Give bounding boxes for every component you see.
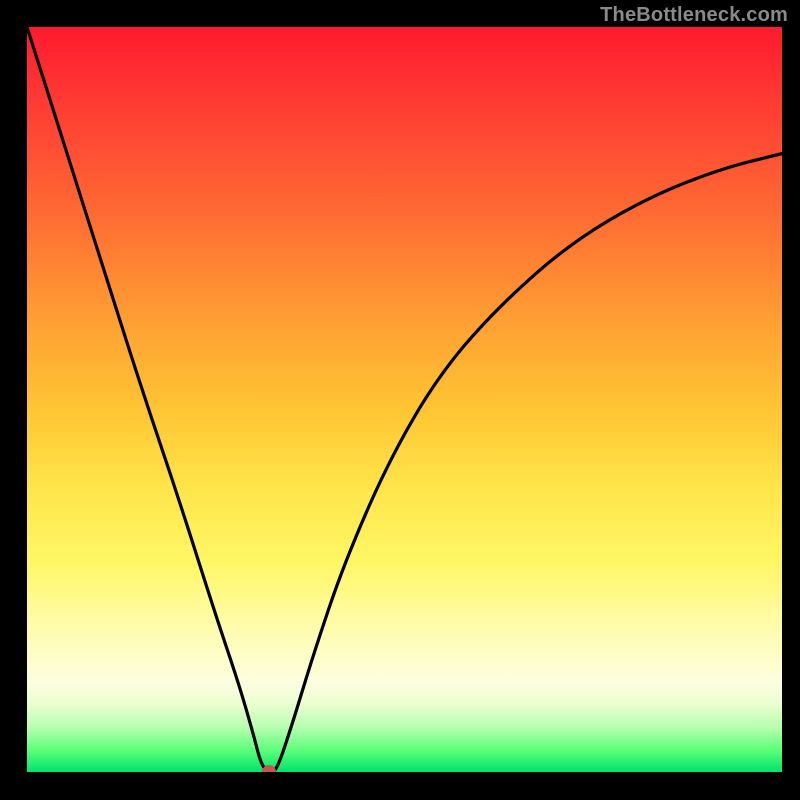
plot-area <box>27 27 782 772</box>
optimal-point-marker <box>262 765 276 772</box>
bottleneck-curve <box>27 27 782 772</box>
chart-stage: TheBottleneck.com <box>0 0 800 800</box>
watermark-text: TheBottleneck.com <box>600 4 788 27</box>
